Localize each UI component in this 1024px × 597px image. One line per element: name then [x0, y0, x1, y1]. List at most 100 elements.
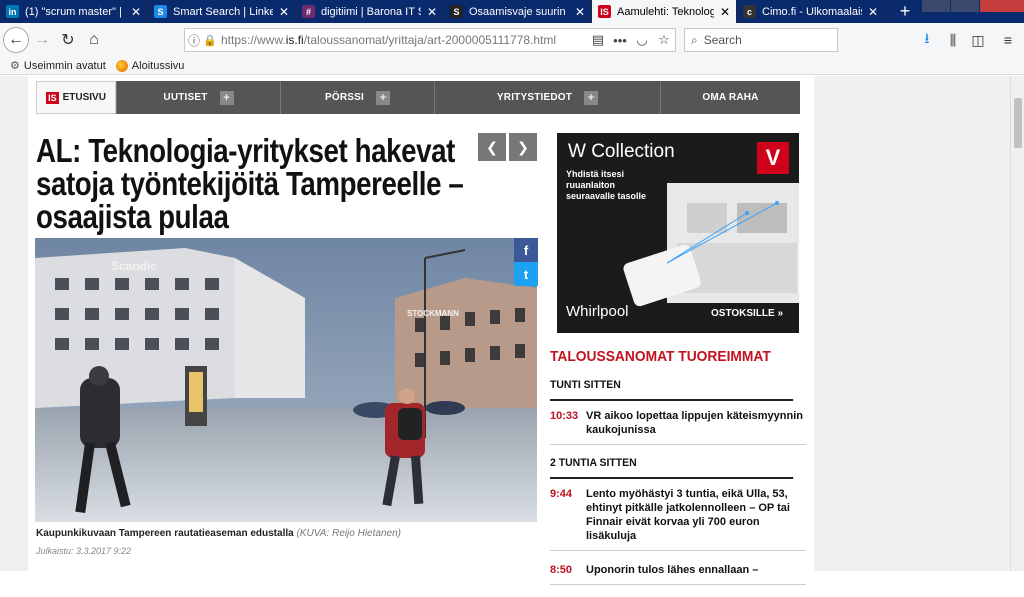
more-actions-icon[interactable]: ••• — [609, 33, 631, 48]
browser-tab[interactable]: IS Aamulehti: Teknologiay ✕ — [592, 0, 737, 23]
news-item[interactable]: 8:50 Uponorin tulos lähes ennallaan – — [550, 563, 806, 585]
page-content: IS ETUSIVU UUTISET + PÖRSSI + YRITYSTIEDOT +… — [28, 76, 814, 585]
download-icon[interactable]: ⭳ — [915, 28, 939, 52]
close-tab-icon[interactable]: ✕ — [868, 5, 878, 19]
nav-uutiset[interactable]: UUTISET + — [116, 81, 280, 114]
arrow-left-icon: ← — [8, 31, 24, 48]
published-date: Julkaistu: 3.3.2017 9:22 — [36, 546, 132, 556]
window-controls — [921, 0, 1024, 12]
tab-label: Cimo.fi - Ulkomaalaiset — [762, 5, 862, 18]
close-tab-icon[interactable]: ✕ — [279, 5, 289, 19]
next-article-button[interactable]: ❯ — [509, 133, 537, 161]
pocket-icon[interactable]: ◡ — [631, 32, 653, 48]
linkedin-icon: in — [6, 5, 19, 18]
nav-oma-raha[interactable]: OMA RAHA — [660, 81, 800, 114]
navigation-toolbar: ← → ↻ ⌂ ⓘ 🔒 https://www.is.fi/taloussano… — [0, 23, 1024, 57]
article-pager: ❮ ❯ — [478, 133, 540, 161]
smart-search-icon: S — [154, 5, 167, 18]
minimize-button[interactable] — [922, 0, 950, 12]
nav-etusivu[interactable]: IS ETUSIVU — [36, 81, 116, 114]
tab-label: Aamulehti: Teknologiay — [617, 5, 714, 18]
latest-news: TALOUSSANOMAT TUOREIMMAT TUNTI SITTEN 10… — [550, 348, 806, 597]
bookmark-star-icon[interactable]: ☆ — [653, 32, 675, 48]
street-scene-image: Scandic STOCKMANN — [35, 238, 537, 522]
close-tab-icon[interactable]: ✕ — [131, 5, 141, 19]
new-tab-button[interactable]: + — [885, 0, 925, 23]
twitter-share-button[interactable]: t — [514, 262, 538, 286]
latest-news-title: TALOUSSANOMAT TUOREIMMAT — [550, 348, 771, 365]
svg-text:STOCKMANN: STOCKMANN — [407, 309, 459, 318]
tab-label: Osaamisvaje suurin ha — [469, 5, 569, 18]
news-link[interactable]: Lento myöhästyi 3 tuntia, eikä Ulla, 53,… — [586, 487, 806, 543]
browser-tab[interactable]: in (1) "scrum master" | Se ✕ — [0, 0, 148, 23]
ad-brand: W Collection — [568, 141, 675, 162]
reader-view-icon[interactable]: ▤ — [587, 32, 609, 48]
whirlpool-logo: Whirlpool — [566, 303, 629, 320]
expand-plus-icon[interactable]: + — [219, 90, 234, 105]
nav-yritystiedot[interactable]: YRITYSTIEDOT + — [434, 81, 660, 114]
expand-plus-icon[interactable]: + — [376, 90, 390, 105]
maximize-button[interactable] — [951, 0, 979, 12]
ad-tagline: Yhdistä itsesi ruuanlaiton seuraavalle t… — [566, 169, 647, 201]
menu-icon[interactable]: ≡ — [996, 28, 1020, 52]
bookmarks-toolbar: ⚙ Useimmin avatut Aloitussivu — [0, 57, 1024, 75]
sidebar-icon[interactable]: ◫ — [966, 28, 990, 52]
browser-tab[interactable]: # digitiimi | Barona IT Sla ✕ — [296, 0, 444, 23]
news-link[interactable]: VR aikoo lopettaa lippujen käteismyynnin… — [586, 409, 806, 437]
photo-caption: Kaupunkikuvaan Tampereen rautatieaseman … — [36, 528, 401, 539]
browser-tab[interactable]: S Smart Search | Linkedin ✕ — [148, 0, 296, 23]
close-window-button[interactable] — [980, 0, 1024, 12]
firefox-icon — [115, 59, 128, 72]
time-group-heading: 2 TUNTIA SITTEN — [550, 457, 794, 479]
share-buttons: f t — [514, 238, 538, 286]
search-icon: ⌕ — [691, 32, 698, 47]
back-button[interactable]: ← — [3, 27, 29, 53]
arrow-right-icon: → — [34, 31, 50, 48]
home-button[interactable]: ⌂ — [81, 27, 107, 53]
s-site-icon: S — [450, 5, 463, 18]
close-tab-icon[interactable]: ✕ — [427, 5, 437, 19]
url-text[interactable]: https://www.is.fi/taloussanomat/yrittaja… — [217, 33, 587, 47]
previous-article-button[interactable]: ❮ — [478, 133, 506, 161]
facebook-share-button[interactable]: f — [514, 238, 538, 262]
ad-logo: V — [757, 142, 789, 174]
forward-button[interactable]: → — [29, 27, 55, 53]
address-bar[interactable]: ⓘ 🔒 https://www.is.fi/taloussanomat/yrit… — [184, 28, 676, 52]
browser-tab[interactable]: S Osaamisvaje suurin ha ✕ — [444, 0, 592, 23]
news-link[interactable]: Uponorin tulos lähes ennallaan – — [586, 563, 758, 577]
info-icon[interactable]: ⓘ — [185, 32, 203, 49]
is-logo: IS — [46, 91, 59, 104]
expand-plus-icon[interactable]: + — [584, 90, 599, 105]
gear-icon: ⚙ — [10, 60, 20, 72]
bookmark-aloitussivu[interactable]: Aloitussivu — [115, 59, 184, 72]
reload-icon: ↻ — [61, 32, 75, 49]
twitter-icon: t — [523, 266, 529, 282]
tab-label: Smart Search | Linkedin — [173, 5, 273, 18]
scrollbar-thumb[interactable] — [1014, 98, 1022, 148]
article-headline: AL: Teknologia-yritykset hakevat satoja … — [36, 132, 464, 235]
library-icon[interactable]: ⫼ — [941, 28, 965, 52]
ad-cta[interactable]: OSTOKSILLE » — [711, 308, 783, 319]
news-item[interactable]: 10:33 VR aikoo lopettaa lippujen käteism… — [550, 409, 806, 445]
page-scrollbar[interactable] — [1010, 76, 1024, 571]
tab-label: digitiimi | Barona IT Sla — [321, 5, 421, 18]
close-tab-icon[interactable]: ✕ — [575, 5, 585, 19]
news-time: 8:50 — [550, 564, 573, 576]
home-icon: ⌂ — [89, 31, 99, 48]
browser-tab[interactable]: c Cimo.fi - Ulkomaalaiset ✕ — [737, 0, 885, 23]
bookmark-useimmin-avatut[interactable]: ⚙ Useimmin avatut — [10, 59, 106, 73]
news-item[interactable]: 9:44 Lento myöhästyi 3 tuntia, eikä Ulla… — [550, 487, 806, 551]
news-time: 10:33 — [550, 410, 579, 422]
reload-button[interactable]: ↻ — [55, 27, 81, 53]
close-tab-icon[interactable]: ✕ — [720, 5, 730, 19]
slack-icon: # — [302, 5, 315, 18]
news-time: 9:44 — [550, 488, 573, 500]
time-group-heading: TUNTI SITTEN — [550, 379, 794, 401]
svg-text:Scandic: Scandic — [111, 259, 157, 273]
facebook-icon: f — [523, 242, 529, 258]
advertisement[interactable]: W Collection Yhdistä itsesi ruuanlaiton … — [557, 133, 799, 333]
search-input[interactable]: ⌕ Search — [684, 28, 838, 52]
is-site-icon: IS — [598, 5, 611, 18]
cimo-icon: c — [743, 5, 756, 18]
nav-porssi[interactable]: PÖRSSI + — [280, 81, 434, 114]
